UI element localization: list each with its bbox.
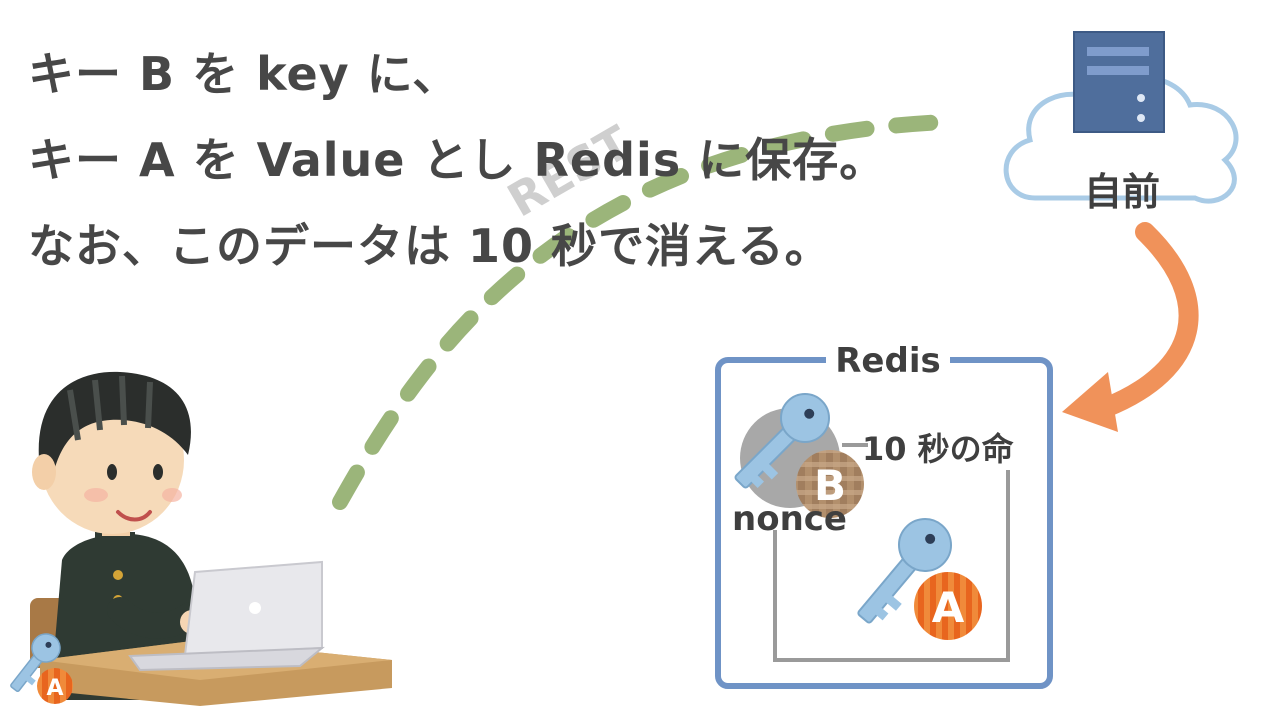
- nonce-label: nonce: [732, 499, 847, 539]
- server-label: 自前: [1084, 170, 1160, 214]
- arrow-head-icon: [1062, 372, 1118, 432]
- headline-line-2: キー A を Value とし Redis に保存。: [28, 133, 887, 187]
- headline-line-3: なお、このデータは 10 秒で消える。: [28, 219, 832, 273]
- diagram-canvas: REST 自前 Redis 10 秒の命 B nonce A A: [10, 31, 1239, 706]
- redis-box: Redis 10 秒の命 B nonce A: [715, 341, 1053, 689]
- server-cloud: 自前: [1003, 31, 1239, 214]
- user-illustration: [30, 371, 392, 706]
- store-arrow: [1062, 222, 1199, 432]
- server-icon: [1073, 31, 1165, 133]
- ttl-label: 10 秒の命: [862, 430, 1015, 468]
- user-key-letter: A: [46, 676, 63, 701]
- key-a-letter: A: [932, 583, 965, 632]
- headline-line-1: キー B を key に、: [28, 47, 460, 101]
- redis-title: Redis: [835, 341, 940, 381]
